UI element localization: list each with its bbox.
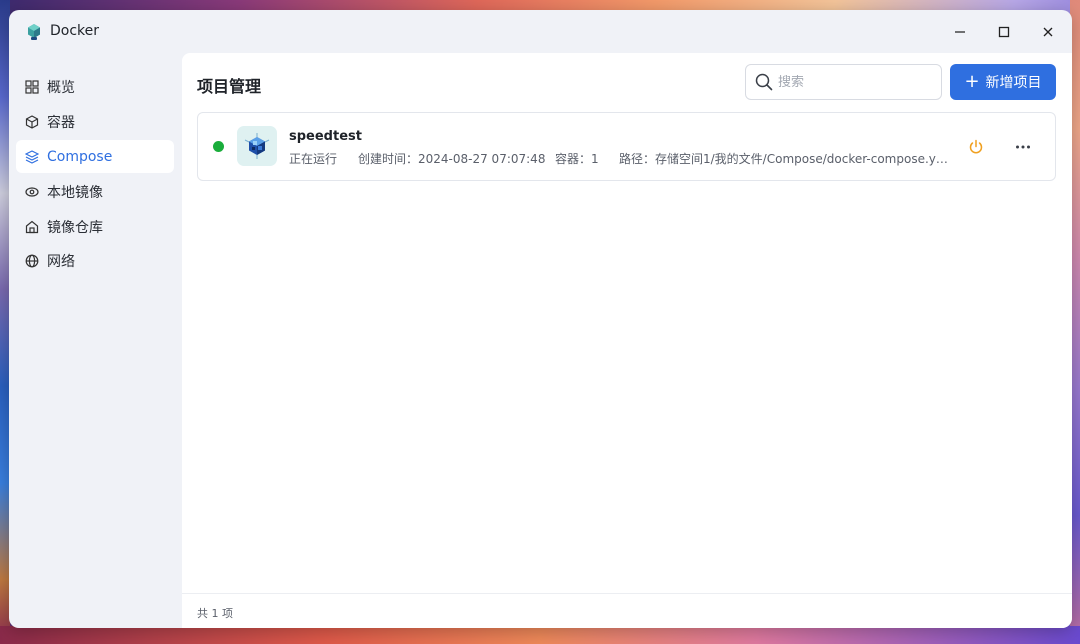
project-card[interactable]: speedtest 正在运行 创建时间：2024-08-27 07:07:48 …: [197, 112, 1056, 181]
docker-app-icon: [25, 23, 43, 41]
docker-window: Docker 概览 容器 Compose 本地镜像 镜像仓库 网络 项目管理 搜…: [9, 10, 1072, 628]
grid-icon: [24, 79, 40, 95]
sidebar-item-overview[interactable]: 概览: [16, 70, 174, 103]
search-input[interactable]: [778, 74, 928, 90]
sidebar-item-local-images[interactable]: 本地镜像: [16, 175, 174, 208]
maximize-icon: [998, 26, 1010, 38]
project-created-time: 创建时间：2024-08-27 07:07:48: [358, 152, 546, 166]
ellipsis-icon: [1016, 145, 1030, 149]
maximize-button[interactable]: [989, 20, 1019, 44]
sidebar-item-compose[interactable]: Compose: [16, 140, 174, 173]
main-panel: 项目管理 + 新增项目: [182, 53, 1072, 628]
title-bar[interactable]: Docker: [9, 10, 1072, 54]
window-title: Docker: [50, 23, 100, 39]
close-button[interactable]: [1033, 20, 1063, 44]
minimize-icon: [955, 31, 965, 33]
running-status-dot: [213, 141, 224, 152]
compose-project-icon: [237, 126, 277, 166]
minimize-button[interactable]: [945, 20, 975, 44]
search-box[interactable]: [745, 64, 942, 100]
desktop-wallpaper-bottom: [0, 626, 1080, 644]
add-project-button[interactable]: + 新增项目: [950, 64, 1056, 100]
power-icon: [969, 139, 983, 154]
cube-icon: [24, 114, 40, 130]
sidebar-item-label: 镜像仓库: [47, 219, 103, 236]
item-count: 共 1 项: [197, 607, 233, 620]
sidebar-item-network[interactable]: 网络: [16, 244, 174, 277]
eye-icon: [24, 184, 40, 200]
sidebar-item-containers[interactable]: 容器: [16, 105, 174, 138]
project-status: 正在运行: [289, 152, 338, 166]
warehouse-icon: [24, 219, 40, 235]
sidebar-item-label: Compose: [47, 148, 113, 165]
sidebar: 概览 容器 Compose 本地镜像 镜像仓库 网络: [9, 54, 181, 628]
globe-icon: [24, 253, 40, 269]
sidebar-item-registry[interactable]: 镜像仓库: [16, 210, 174, 243]
page-title: 项目管理: [197, 77, 262, 96]
add-project-label: 新增项目: [985, 75, 1042, 91]
sidebar-item-label: 概览: [47, 79, 75, 96]
project-name[interactable]: speedtest: [289, 129, 362, 144]
sidebar-item-label: 本地镜像: [47, 184, 103, 201]
plus-icon: +: [964, 71, 980, 92]
sidebar-item-label: 容器: [47, 114, 75, 131]
close-icon: [1043, 27, 1053, 37]
sidebar-item-label: 网络: [47, 253, 75, 270]
list-footer: 共 1 项: [182, 593, 1072, 628]
search-icon: [754, 72, 774, 92]
project-path: 路径：存储空间1/我的文件/Compose/docker-compose.yml: [619, 152, 949, 166]
project-container-count: 容器：1: [555, 152, 599, 166]
layers-icon: [24, 149, 40, 165]
power-button[interactable]: [966, 137, 986, 157]
more-options-button[interactable]: [1012, 137, 1034, 157]
